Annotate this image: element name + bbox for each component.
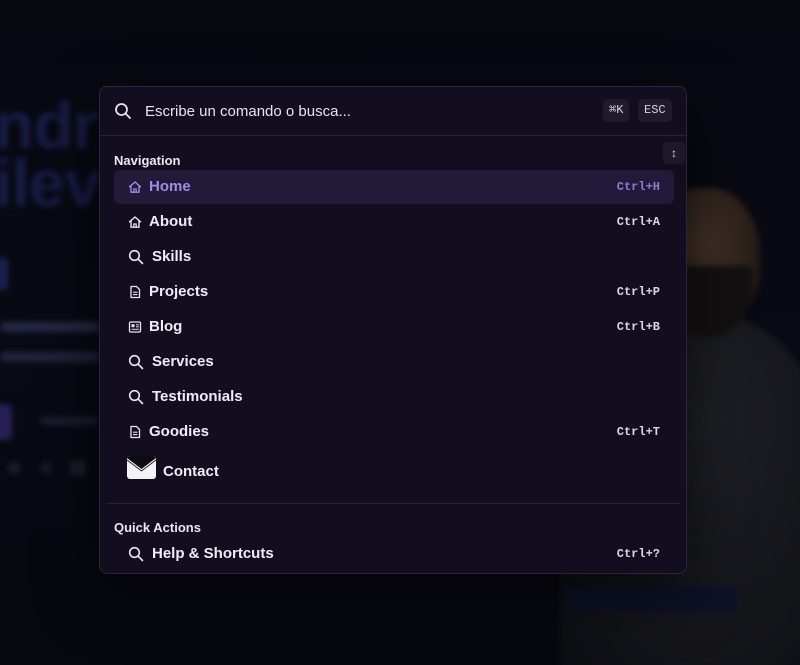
section-divider [106, 503, 680, 504]
home-icon [128, 180, 142, 194]
command-item-label: Blog [149, 318, 183, 335]
command-item-testimonials[interactable]: Testimonials [114, 380, 674, 414]
command-item-label: Help & Shortcuts [152, 545, 274, 562]
section-title-quick-actions: Quick Actions [114, 520, 201, 535]
envelope-icon [127, 456, 156, 479]
sort-toggle-button[interactable]: ↕ [663, 142, 685, 164]
command-item-label: Testimonials [152, 388, 243, 405]
command-item-label: About [149, 213, 193, 230]
command-item-shortcut: Ctrl+P [616, 285, 660, 299]
command-item-label: Goodies [149, 423, 210, 440]
command-item-blog[interactable]: Blog Ctrl+B [114, 310, 674, 344]
command-item-projects[interactable]: Projects Ctrl+P [114, 275, 674, 309]
command-item-label: Home [149, 178, 191, 195]
section-title-navigation: Navigation [114, 153, 181, 168]
home-icon [128, 215, 142, 229]
command-item-skills[interactable]: Skills [114, 240, 674, 274]
search-icon [128, 354, 144, 370]
command-item-label: Contact [163, 463, 219, 480]
command-item-shortcut: Ctrl+A [616, 215, 660, 229]
search-input[interactable] [145, 99, 585, 123]
newspaper-icon [128, 320, 142, 334]
search-icon [128, 249, 144, 265]
document-icon [128, 425, 142, 439]
command-item-label: Projects [149, 283, 209, 300]
command-item-help-shortcuts[interactable]: Help & Shortcuts Ctrl+? [114, 537, 674, 571]
command-item-about[interactable]: About Ctrl+A [114, 205, 674, 239]
search-bar: ⌘K ESC [100, 87, 686, 136]
command-item-goodies[interactable]: Goodies Ctrl+T [114, 415, 674, 449]
document-icon [128, 285, 142, 299]
command-item-label: Skills [152, 248, 192, 265]
search-icon [114, 102, 132, 120]
command-item-shortcut: Ctrl+H [616, 180, 660, 194]
command-k-hint: ⌘K [603, 99, 630, 122]
search-icon [128, 389, 144, 405]
command-item-label: Services [152, 353, 214, 370]
command-item-services[interactable]: Services [114, 345, 674, 379]
command-item-shortcut: Ctrl+B [616, 320, 660, 334]
search-icon [128, 546, 144, 562]
command-item-home[interactable]: Home Ctrl+H [114, 170, 674, 204]
escape-button[interactable]: ESC [638, 99, 672, 122]
command-item-shortcut: Ctrl+T [616, 425, 660, 439]
command-item-contact[interactable]: Contact [114, 452, 674, 490]
command-item-shortcut: Ctrl+? [616, 547, 660, 561]
command-palette: ⌘K ESC Navigation ↕ Home Ctrl+H About Ct… [99, 86, 687, 574]
